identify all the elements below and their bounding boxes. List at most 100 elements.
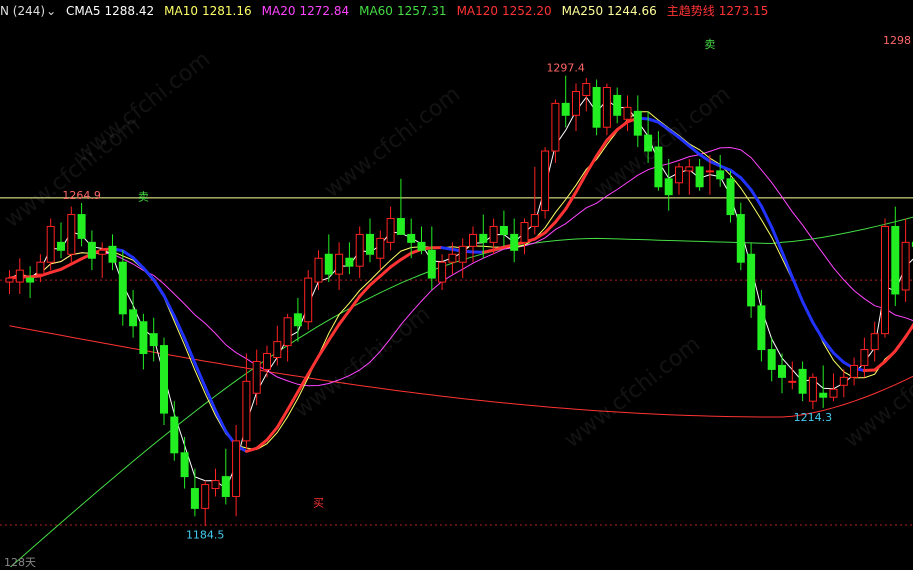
trend-line-segment [61,264,71,269]
candle-body [16,270,23,282]
trend-line-segment [669,130,679,138]
candle-body [614,95,621,115]
candle-body [480,234,487,242]
trend-line-segment [401,253,411,259]
chevron-down-icon[interactable]: ⌄ [46,4,56,18]
trend-line-segment [51,269,61,272]
candle-body [439,262,446,282]
legend-item-ma250: MA250 [562,4,603,18]
trend-line-segment [834,353,844,362]
trend-line-segment [566,192,576,209]
high-price-label: 1298 [883,34,911,47]
candle-body [233,441,240,497]
candlestick-chart[interactable]: 1264.91297.412981184.51214.3卖卖买买 [0,0,913,567]
low-price-label: 1184.5 [186,528,225,541]
candle-body [37,262,44,274]
candle-body [470,234,477,246]
candle-body [356,234,363,266]
trend-line-segment [205,387,215,410]
candle-body [212,481,219,489]
candle-body [284,318,291,346]
candle-body [202,485,209,509]
bottom-days-label: 128天 [4,554,36,570]
trend-line-segment [597,140,607,156]
candle-body [449,254,456,262]
trend-line-segment [792,277,802,301]
trend-line-segment [679,138,689,146]
trend-line-segment [133,258,143,268]
legend-item-ma60: MA60 [359,4,393,18]
trend-line-segment [761,206,771,227]
candle-body [830,389,837,397]
trend-line-segment [319,340,329,356]
candle-body [665,179,672,195]
trend-line-segment [864,370,874,371]
candle-body [768,350,775,370]
candle-body [161,346,168,414]
candle-body [840,377,847,385]
candle-body [150,334,157,346]
sell-signal: 卖 [138,191,149,204]
candle-body [367,234,374,254]
candle-body [6,278,13,282]
period-label[interactable]: N (244) [0,4,45,18]
candle-body [521,223,528,243]
trend-line-segment [782,252,792,277]
candle-body [68,215,75,255]
trend-line-segment [617,122,627,130]
trend-line-segment [30,276,40,277]
buy-signal: 买 [313,496,324,509]
candle-body [871,334,878,350]
trend-line-segment [720,166,730,170]
candle-body [851,365,858,377]
candle-body [634,111,641,135]
candle-body [47,226,54,262]
candle-body [428,250,435,278]
candle-body [799,369,806,393]
trend-line-segment [586,156,596,174]
candle-body [892,226,899,294]
candle-body [789,381,796,382]
candle-body [820,393,827,397]
candle-body [78,215,85,239]
legend-value: 1281.16 [202,4,252,18]
cma5-line [10,97,913,488]
legend-value: 1252.20 [502,4,552,18]
candle-body [408,234,415,242]
candle-body [181,453,188,477]
candle-body [696,167,703,187]
candle-body [624,107,631,119]
candle-body [779,365,786,377]
indicator-legend: N (244)⌄ CMA51288.42MA101281.16MA201272.… [0,2,782,20]
trend-line-segment [216,411,226,432]
candle-body [531,215,538,227]
candle-body [140,322,147,354]
sell-signal: 卖 [704,38,715,51]
candle-body [500,226,507,234]
trend-line-segment [164,296,174,317]
trend-line-segment [741,178,751,190]
candle-body [583,84,590,96]
candle-body [552,103,559,151]
candle-body [593,88,600,128]
candle-body [387,219,394,243]
trend-line-segment [154,280,164,296]
legend-value: 1272.84 [299,4,349,18]
candle-body [315,258,322,282]
trend-line-segment [329,324,339,340]
legend-item-主趋势线: 主趋势线 [667,4,715,18]
candle-body [397,219,404,235]
candle-body [902,242,909,290]
legend-value: 1244.66 [607,4,657,18]
legend-value: 1257.31 [397,4,447,18]
high-price-label: 1264.9 [62,189,101,202]
trend-line-segment [174,316,184,338]
high-price-label: 1297.4 [546,62,585,75]
candle-body [27,278,34,282]
candle-body [727,179,734,215]
candle-body [243,381,250,441]
trend-line-segment [360,285,370,296]
legend-item-ma120: MA120 [457,4,498,18]
trend-line-segment [813,323,823,340]
trend-line-segment [803,302,813,323]
